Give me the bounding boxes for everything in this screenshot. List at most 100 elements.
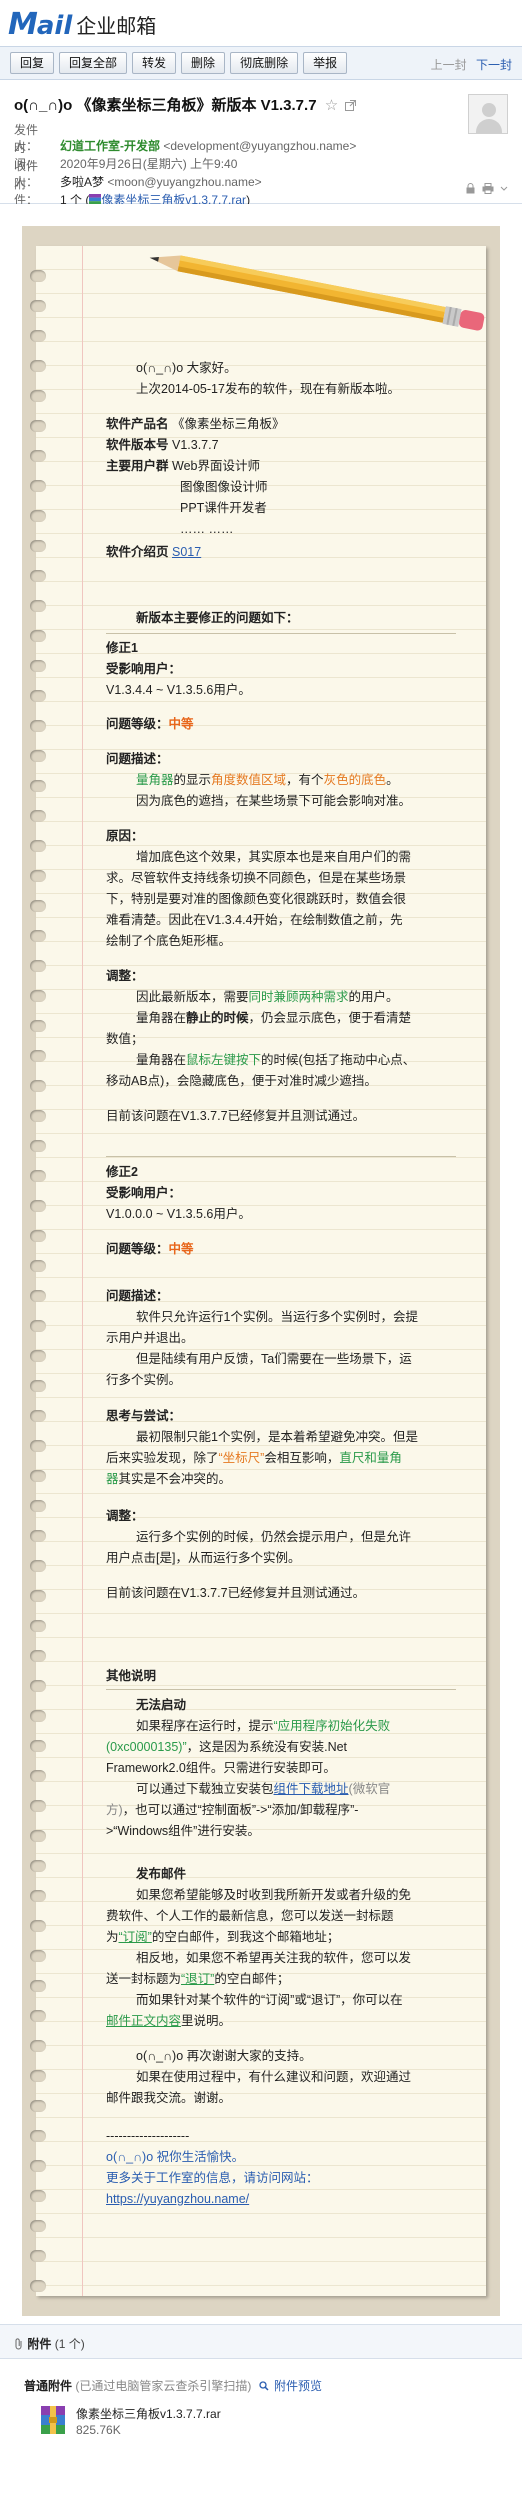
fix2-level: 问题等级：中等 xyxy=(106,1242,194,1256)
mail-7: 邮件正文内容里说明。 xyxy=(106,2014,232,2028)
from-row: 发件人： 幻道工作室-开发部 <development@yuyangzhou.na… xyxy=(14,122,356,153)
delete-button[interactable]: 删除 xyxy=(181,52,226,74)
mail-title: 发布邮件 xyxy=(136,1867,187,1881)
binder-hole xyxy=(30,1440,46,1452)
launch-1: 如果程序在运行时，提示“应用程序初始化失败 xyxy=(136,1719,391,1733)
fix1-level: 问题等级：中等 xyxy=(106,717,194,731)
fix2-desc-2: 示用户并退出。 xyxy=(106,1331,194,1345)
intro: 上次2014-05-17发布的软件，现在有新版本啦。 xyxy=(136,382,400,396)
launch-title: 无法启动 xyxy=(136,1698,187,1712)
version-value: V1.3.7.7 xyxy=(172,438,219,452)
attachments-panel: 附件 (1 个) 普通附件 (已通过电脑管家云查杀引擎扫描) 附件预览 像素坐标… xyxy=(0,2324,522,2519)
app-logo[interactable]: M ail 企业邮箱 xyxy=(8,8,156,41)
launch-6: >“Windows组件”进行安装。 xyxy=(106,1824,260,1838)
fix2-affected: V1.0.0.0 ~ V1.3.5.6用户。 xyxy=(106,1207,251,1221)
mail-content: o(∩_∩)o 大家好。 上次2014-05-17发布的软件，现在有新版本啦。 … xyxy=(0,204,522,2324)
component-download-link[interactable]: 组件下载地址 xyxy=(274,1782,349,1796)
divider xyxy=(106,633,456,634)
homepage-link[interactable]: S017 xyxy=(172,545,201,559)
binder-hole xyxy=(30,930,46,942)
fix1-desc-1: 量角器的显示角度数值区域，有个灰色的底色。 xyxy=(136,773,399,787)
binder-hole xyxy=(30,1380,46,1392)
stationery-background: o(∩_∩)o 大家好。 上次2014-05-17发布的软件，现在有新版本啦。 … xyxy=(22,226,500,2316)
mail-subject: o(∩_∩)o 《像素坐标三角板》新版本 V1.3.7.7 ☆ xyxy=(14,94,357,115)
binder-hole xyxy=(30,1230,46,1242)
binder-hole xyxy=(30,2190,46,2202)
binder-hole xyxy=(30,690,46,702)
binder-hole xyxy=(30,1320,46,1332)
attachment-preview-link[interactable]: 附件预览 xyxy=(274,2379,322,2393)
rar-archive-icon[interactable] xyxy=(40,2405,66,2435)
attachment-file-name[interactable]: 像素坐标三角板v1.3.7.7.rar xyxy=(76,2405,221,2422)
fix2-desc-label: 问题描述： xyxy=(106,1289,169,1303)
binder-hole xyxy=(30,1920,46,1932)
launch-4: 可以通过下载独立安装包组件下载地址(微软官 xyxy=(136,1782,391,1796)
top-bar: M ail 企业邮箱 xyxy=(0,0,522,46)
binder-hole xyxy=(30,1470,46,1482)
product-label: 软件产品名 xyxy=(106,417,169,431)
binder-hole xyxy=(30,810,46,822)
binder-hole xyxy=(30,1650,46,1662)
mail-1: 如果您希望能够及时收到我所新开发或者升级的免 xyxy=(136,1888,412,1902)
prev-mail-link[interactable]: 上一封 xyxy=(431,58,467,72)
reply-all-button[interactable]: 回复全部 xyxy=(59,52,128,74)
website-link[interactable]: https://yuyangzhou.name/ xyxy=(106,2192,249,2206)
thanks-3: 邮件跟我交流。谢谢。 xyxy=(106,2091,232,2105)
binder-hole xyxy=(30,870,46,882)
fix2-think-2: 后来实验发现，除了“坐标尺”会相互影响，直尺和量角 xyxy=(106,1451,402,1465)
binder-hole xyxy=(30,1680,46,1692)
fix2-think-label: 思考与尝试： xyxy=(106,1409,182,1423)
fix1-affected: V1.3.4.4 ~ V1.3.5.6用户。 xyxy=(106,683,251,697)
fix1-desc-2: 因为底色的遮挡，在某些场景下可能会影响对准。 xyxy=(136,794,412,808)
product-value: 《像素坐标三角板》 xyxy=(172,417,285,431)
logo-text: ail xyxy=(36,11,73,41)
fix2-title: 修正2 xyxy=(106,1165,138,1179)
binder-hole xyxy=(30,570,46,582)
binder-hole xyxy=(30,2040,46,2052)
mail-2: 费软件、个人工作的最新信息，您可以发送一封标题 xyxy=(106,1909,394,1923)
open-window-icon[interactable] xyxy=(345,100,357,111)
binder-hole xyxy=(30,1530,46,1542)
binder-hole xyxy=(30,2010,46,2022)
attachment-group: 普通附件 (已通过电脑管家云查杀引擎扫描) 附件预览 xyxy=(24,2377,322,2394)
thanks-1: o(∩_∩)o 再次谢谢大家的支持。 xyxy=(136,2049,312,2063)
binder-hole xyxy=(30,990,46,1002)
mail-4: 相反地，如果您不希望再关注我的软件，您可以发 xyxy=(136,1951,412,1965)
binder-hole xyxy=(30,600,46,612)
fix1-desc-label: 问题描述： xyxy=(106,752,169,766)
paperclip-icon xyxy=(15,2338,22,2350)
binder-hole xyxy=(30,1050,46,1062)
forward-button[interactable]: 转发 xyxy=(132,52,177,74)
mail-toolbar: 回复 回复全部 转发 删除 彻底删除 举报 上一封 下一封 xyxy=(0,46,522,80)
more-icon[interactable] xyxy=(500,183,508,194)
margin-line xyxy=(82,246,83,2296)
attachments-header: 附件 (1 个) xyxy=(0,2325,522,2359)
search-icon xyxy=(259,2381,269,2391)
users-label: 主要用户群 xyxy=(106,459,169,473)
binder-hole xyxy=(30,1500,46,1512)
reply-button[interactable]: 回复 xyxy=(10,52,55,74)
binder-hole xyxy=(30,450,46,462)
binder-hole xyxy=(30,330,46,342)
binder-hole xyxy=(30,1350,46,1362)
report-button[interactable]: 举报 xyxy=(303,52,348,74)
star-icon[interactable]: ☆ xyxy=(325,97,338,114)
homepage-row: 软件介绍页 S017 xyxy=(106,542,446,563)
scan-note: (已通过电脑管家云查杀引擎扫描) xyxy=(75,2379,252,2393)
lock-icon[interactable] xyxy=(466,183,475,194)
binder-hole xyxy=(30,1170,46,1182)
binder-hole xyxy=(30,1860,46,1872)
launch-2: (0xc0000135)”，这是因为系统没有安装.Net xyxy=(106,1740,348,1754)
print-icon[interactable] xyxy=(482,183,494,194)
permanent-delete-button[interactable]: 彻底删除 xyxy=(230,52,299,74)
divider xyxy=(106,1156,456,1157)
binder-hole xyxy=(30,1980,46,1992)
attachment-file-size: 825.76K xyxy=(76,2423,121,2437)
next-mail-link[interactable]: 下一封 xyxy=(476,58,512,72)
binder-hole xyxy=(30,780,46,792)
time-row: 时 间： 2020年9月26日(星期六) 上午9:40 xyxy=(14,140,237,171)
fix2-think-3: 器其实是不会冲突的。 xyxy=(106,1472,232,1486)
binder-hole xyxy=(30,840,46,852)
attachments-title: 附件 xyxy=(27,2337,52,2351)
fix1-adjust-2: 量角器在静止的时候，仍会显示底色，便于看清楚 xyxy=(136,1011,412,1025)
